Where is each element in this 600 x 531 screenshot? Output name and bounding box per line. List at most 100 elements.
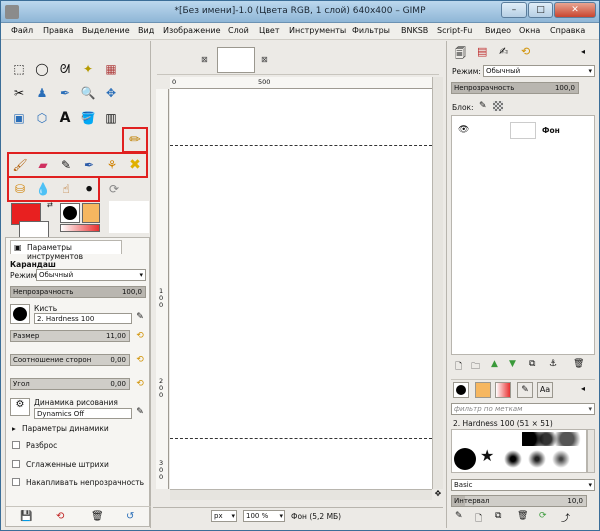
zoom-select[interactable]: 100 % ▾ bbox=[243, 510, 285, 522]
reset-angle-icon[interactable]: ⟲ bbox=[134, 377, 146, 391]
tab-patterns-icon[interactable] bbox=[475, 382, 491, 398]
spacing-slider[interactable]: Интервал 10,0 bbox=[451, 495, 587, 507]
reset-size-icon[interactable]: ⟲ bbox=[134, 329, 146, 343]
menu-layer[interactable]: Слой bbox=[228, 26, 249, 35]
brush-fuzzy-row[interactable] bbox=[522, 432, 582, 446]
airbrush-icon[interactable]: ✎ bbox=[56, 155, 76, 175]
angle-slider[interactable]: Угол 0,00 bbox=[10, 378, 130, 390]
brush-splatter-icon[interactable] bbox=[504, 450, 522, 468]
opacity-slider[interactable]: Непрозрачность 100,0 bbox=[10, 286, 146, 298]
new-group-icon[interactable]: 🗀 bbox=[471, 359, 480, 375]
text-tool-icon[interactable]: A bbox=[55, 108, 75, 128]
dynamics-expander-icon[interactable]: ▸ bbox=[12, 424, 16, 433]
raise-layer-icon[interactable]: ▲ bbox=[491, 359, 498, 369]
tab-gradients-icon[interactable] bbox=[495, 382, 511, 398]
tab-channels-icon[interactable]: ▤ bbox=[477, 45, 487, 58]
reset-options-icon[interactable]: ↺ bbox=[126, 511, 134, 522]
zoom-icon[interactable]: 🔍 bbox=[78, 83, 98, 103]
delete-options-icon[interactable]: 🗑 bbox=[91, 511, 104, 522]
tab-brushes[interactable] bbox=[453, 382, 469, 398]
horizontal-scrollbar[interactable] bbox=[170, 489, 432, 500]
pencil-icon[interactable]: ✏ bbox=[125, 130, 145, 150]
tag-filter-input[interactable]: фильтр по меткам ▾ bbox=[451, 403, 595, 415]
dynamics-button[interactable]: ⚙ bbox=[10, 398, 30, 416]
paths-icon[interactable]: ✒ bbox=[55, 83, 75, 103]
size-slider[interactable]: Размер 11,00 bbox=[10, 330, 130, 342]
open-brush-icon[interactable]: ⤴ bbox=[561, 511, 570, 524]
menu-edit[interactable]: Правка bbox=[43, 26, 73, 35]
lock-alpha-icon[interactable] bbox=[493, 101, 503, 111]
menu-script-fu[interactable]: Script-Fu bbox=[437, 26, 472, 35]
menu-help[interactable]: Справка bbox=[550, 26, 585, 35]
new-brush-icon[interactable]: 🗋 bbox=[475, 511, 482, 527]
aspect-slider[interactable]: Соотношение сторон 0,00 bbox=[10, 354, 130, 366]
dynamics-params-label[interactable]: Параметры динамики bbox=[22, 424, 109, 433]
vertical-scrollbar[interactable] bbox=[432, 77, 443, 489]
blend-icon[interactable]: ▥ bbox=[101, 108, 121, 128]
tab-paths-icon[interactable]: ✍ bbox=[499, 45, 508, 58]
brush-sponge-icon[interactable] bbox=[528, 450, 546, 468]
navigate-icon[interactable]: ✥ bbox=[433, 489, 443, 500]
cage-transform-icon[interactable]: ⬡ bbox=[32, 108, 52, 128]
brush-grain-icon[interactable] bbox=[552, 450, 570, 468]
menu-color[interactable]: Цвет bbox=[259, 26, 280, 35]
free-select-icon[interactable]: ᘛ bbox=[55, 59, 75, 79]
brush-star-icon[interactable]: ★ bbox=[480, 446, 494, 465]
duplicate-brush-icon[interactable]: ⧉ bbox=[495, 511, 501, 521]
perspective-clone-icon[interactable]: ⛁ bbox=[10, 179, 30, 199]
reset-aspect-icon[interactable]: ⟲ bbox=[134, 353, 146, 367]
tab-fonts[interactable]: Aa bbox=[537, 382, 553, 398]
dodge-burn-icon[interactable]: ⚫ bbox=[79, 179, 99, 199]
brush-preview[interactable] bbox=[60, 203, 80, 223]
fuzzy-select-icon[interactable]: ✦ bbox=[78, 59, 98, 79]
ink-icon[interactable]: ✒ bbox=[79, 155, 99, 175]
layer-opacity-slider[interactable]: Непрозрачность 100,0 bbox=[451, 82, 579, 94]
image-tab-thumbnail[interactable] bbox=[217, 47, 255, 73]
lock-pixels-icon[interactable]: ✎ bbox=[479, 101, 487, 111]
close-tab-icon-2[interactable]: ⊠ bbox=[261, 55, 268, 64]
swap-colors-icon[interactable]: ⇄ bbox=[47, 201, 55, 209]
eraser-icon[interactable]: ▰ bbox=[33, 155, 53, 175]
dock-menu-icon[interactable]: ◂ bbox=[581, 47, 585, 56]
visibility-eye-icon[interactable]: 👁 bbox=[458, 125, 469, 135]
delete-brush-icon[interactable]: 🗑 bbox=[517, 511, 528, 521]
menu-filters[interactable]: Фильтры bbox=[352, 26, 390, 35]
brush-hardness-icon[interactable] bbox=[454, 448, 476, 470]
brush-scrollbar[interactable] bbox=[587, 429, 595, 473]
save-options-icon[interactable]: 💾 bbox=[20, 511, 32, 522]
layer-row[interactable]: 👁 Фон bbox=[452, 120, 594, 142]
close-tab-icon[interactable]: ⊠ bbox=[201, 55, 208, 64]
maximize-button[interactable]: □ bbox=[528, 2, 553, 18]
menu-video[interactable]: Видео bbox=[485, 26, 511, 35]
anchor-layer-icon[interactable]: ⚓ bbox=[549, 359, 557, 369]
menu-file[interactable]: Файл bbox=[11, 26, 33, 35]
menu-bnksb[interactable]: BNKSB bbox=[401, 26, 428, 35]
delete-layer-icon[interactable]: 🗑 bbox=[573, 359, 584, 369]
scissors-icon[interactable]: ✂ bbox=[9, 83, 29, 103]
duplicate-layer-icon[interactable]: ⧉ bbox=[529, 359, 535, 369]
tab-layers-icon[interactable]: 🗐 bbox=[455, 45, 466, 64]
edit-brush-icon[interactable]: ✎ bbox=[134, 310, 146, 324]
new-layer-icon[interactable]: 🗋 bbox=[455, 359, 462, 375]
tab-palettes-icon[interactable]: ✎ bbox=[517, 382, 533, 398]
brush-category-select[interactable]: Basic ▾ bbox=[451, 479, 595, 491]
lower-layer-icon[interactable]: ▼ bbox=[509, 359, 516, 369]
minimize-button[interactable]: – bbox=[501, 2, 527, 18]
edit-brush-dock-icon[interactable]: ✎ bbox=[455, 511, 463, 521]
brush-dock-menu-icon[interactable]: ◂ bbox=[581, 384, 585, 393]
menu-windows[interactable]: Окна bbox=[519, 26, 540, 35]
move-icon[interactable]: ✥ bbox=[101, 83, 121, 103]
blur-icon[interactable]: 💧 bbox=[33, 179, 53, 199]
gradient-preview[interactable] bbox=[60, 224, 100, 232]
layer-name[interactable]: Фон bbox=[542, 126, 560, 135]
refresh-brushes-icon[interactable]: ⟳ bbox=[539, 511, 547, 521]
heal-icon[interactable]: ✖ bbox=[125, 155, 145, 175]
align-icon[interactable]: ▣ bbox=[9, 108, 29, 128]
tab-tool-options[interactable]: ▣ Параметры инструментов bbox=[10, 240, 122, 261]
layer-mode-select[interactable]: Обычный ▾ bbox=[483, 65, 595, 77]
foreground-select-icon[interactable]: ♟ bbox=[32, 83, 52, 103]
ellipse-select-icon[interactable]: ◯ bbox=[32, 59, 52, 79]
image-canvas[interactable] bbox=[170, 89, 432, 489]
smudge-icon[interactable]: ☝ bbox=[56, 179, 76, 199]
menu-view[interactable]: Вид bbox=[138, 26, 154, 35]
